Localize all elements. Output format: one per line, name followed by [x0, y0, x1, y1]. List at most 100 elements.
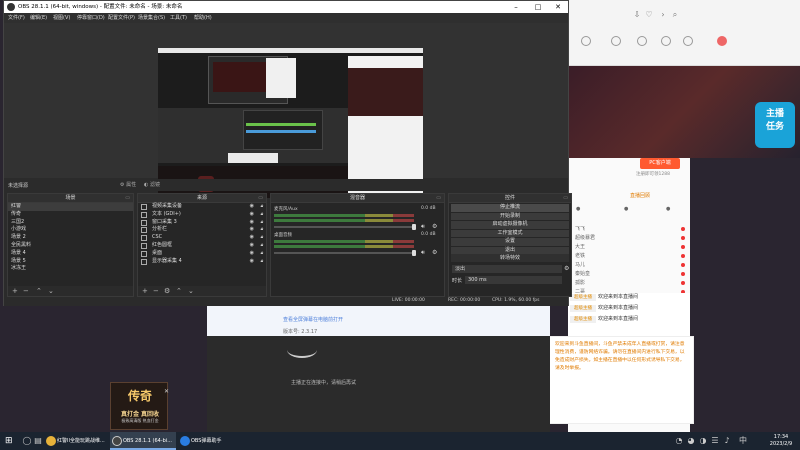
scene-item[interactable]: 全民黑料: [8, 242, 133, 250]
lock-icon[interactable]: 🔒︎: [260, 250, 263, 258]
tray-icon[interactable]: ◑: [698, 436, 708, 446]
undock-icon[interactable]: ▭: [563, 194, 568, 203]
nav-item[interactable]: [674, 36, 702, 58]
scene-item[interactable]: 小游戏: [8, 226, 133, 234]
scene-item[interactable]: 传奇: [8, 211, 133, 219]
menu-profile[interactable]: 配置文件(P): [108, 13, 135, 23]
volume-slider-handle[interactable]: [412, 250, 416, 256]
lock-icon[interactable]: 🔒︎: [260, 211, 263, 219]
scene-item[interactable]: 三国2: [8, 219, 133, 227]
list-item[interactable]: 飞飞: [575, 225, 685, 234]
tray-icon[interactable]: ◔: [674, 436, 684, 446]
menu-view[interactable]: 视图(V): [53, 13, 70, 23]
eye-icon[interactable]: ◉: [250, 203, 254, 211]
source-item[interactable]: 视频采集设备 ◉ 🔒︎: [138, 203, 266, 211]
volume-slider[interactable]: [274, 252, 414, 254]
lock-icon[interactable]: 🔒︎: [260, 203, 263, 211]
source-item[interactable]: CSC ◉ 🔒︎: [138, 234, 266, 242]
nav-item[interactable]: [602, 36, 630, 58]
add-icon[interactable]: +: [142, 287, 148, 295]
chevron-down-icon[interactable]: ⌄: [48, 287, 54, 295]
taskbar-app-game[interactable]: 红警II全能玩跳战维...: [44, 432, 106, 450]
lock-icon[interactable]: 🔒︎: [260, 219, 263, 227]
source-item[interactable]: 红色圆框 ◉ 🔒︎: [138, 242, 266, 250]
eye-icon[interactable]: ◉: [250, 242, 254, 250]
gear-icon[interactable]: ⚙: [432, 223, 437, 230]
scene-item[interactable]: 场景 4: [8, 250, 133, 258]
menu-tools[interactable]: 工具(T): [170, 13, 187, 23]
undock-icon[interactable]: ▭: [125, 194, 130, 203]
pc-client-button[interactable]: PC客户端: [640, 158, 680, 169]
source-item[interactable]: 显示器采集 4 ◉ 🔒︎: [138, 258, 266, 266]
transition-select[interactable]: 淡出: [452, 265, 562, 273]
scene-item[interactable]: 场景 5: [8, 258, 133, 266]
stream-preview[interactable]: [158, 48, 423, 198]
download-icon[interactable]: ⇩: [632, 10, 642, 20]
duration-input[interactable]: 300 ms: [465, 276, 562, 284]
list-item[interactable]: 超级暴君: [575, 234, 685, 243]
gear-icon[interactable]: ⚙: [432, 249, 437, 256]
volume-icon[interactable]: ♪: [722, 436, 732, 446]
start-recording-button[interactable]: 开始录制: [451, 212, 569, 221]
tab[interactable]: ●: [666, 206, 670, 212]
taskbar-app-helper[interactable]: OBS弹幕助手: [178, 432, 238, 450]
remove-icon[interactable]: −: [23, 287, 29, 295]
lock-icon[interactable]: 🔒︎: [260, 258, 263, 266]
eye-icon[interactable]: ◉: [250, 234, 254, 242]
network-icon[interactable]: ☰: [710, 436, 720, 446]
list-item[interactable]: 秦始皇: [575, 270, 685, 279]
menu-scene-collection[interactable]: 场景集合(S): [138, 13, 165, 23]
search-icon[interactable]: ◯: [22, 436, 32, 446]
gear-icon[interactable]: ⚙: [564, 265, 569, 272]
source-item[interactable]: 文本 (GDI+) ◉ 🔒︎: [138, 211, 266, 219]
volume-slider[interactable]: [274, 226, 414, 228]
tab[interactable]: ●: [624, 206, 628, 212]
close-icon[interactable]: ✕: [164, 389, 170, 395]
search-icon[interactable]: ⌕: [670, 10, 680, 20]
eye-icon[interactable]: ◉: [250, 226, 254, 234]
menu-file[interactable]: 文件(F): [8, 13, 25, 23]
chevron-up-icon[interactable]: ⌃: [176, 287, 182, 295]
scene-item[interactable]: 冰冻王: [8, 265, 133, 273]
input-method-icon[interactable]: 中: [738, 436, 748, 446]
eye-icon[interactable]: ◉: [250, 211, 254, 219]
speaker-icon[interactable]: 🔊︎: [421, 223, 425, 231]
list-item[interactable]: 大王: [575, 243, 685, 252]
properties-button[interactable]: ⚙ 属性: [120, 181, 136, 188]
remove-icon[interactable]: −: [153, 287, 159, 295]
undock-icon[interactable]: ▭: [436, 194, 441, 203]
add-icon[interactable]: +: [12, 287, 18, 295]
volume-slider-handle[interactable]: [412, 224, 416, 230]
eye-icon[interactable]: ◉: [250, 258, 254, 266]
game-ad-popup[interactable]: 传奇 真打金 真回收 极致高清版 热血打金: [110, 382, 168, 430]
virtual-camera-button[interactable]: 启动虚拟摄像机: [451, 221, 569, 229]
menu-help[interactable]: 帮助(H): [194, 13, 212, 23]
helper-hint-link[interactable]: 查看全屏弹幕在电脑前打开: [283, 316, 343, 323]
undock-icon[interactable]: ▭: [258, 194, 263, 203]
stop-streaming-button[interactable]: 停止推流: [451, 204, 569, 212]
chevron-up-icon[interactable]: ⌃: [36, 287, 42, 295]
scene-item[interactable]: 场景 2: [8, 234, 133, 242]
speaker-icon[interactable]: 🔊︎: [421, 249, 425, 257]
studio-mode-button[interactable]: 工作室模式: [451, 229, 569, 238]
nav-item[interactable]: [572, 36, 600, 58]
source-item[interactable]: 桌面 ◉ 🔒︎: [138, 250, 266, 258]
list-item[interactable]: 马儿: [575, 261, 685, 270]
list-item[interactable]: 老铁: [575, 252, 685, 261]
windows-start-icon[interactable]: ⊞: [5, 436, 15, 446]
taskbar-app-obs[interactable]: OBS 28.1.1 (64-bi...: [110, 432, 176, 450]
eye-icon[interactable]: ◉: [250, 219, 254, 227]
scene-item[interactable]: 红警: [8, 203, 133, 211]
avatar[interactable]: [708, 36, 736, 58]
close-icon[interactable]: ✕: [548, 1, 568, 13]
gear-icon[interactable]: ⚙: [164, 287, 170, 295]
lock-icon[interactable]: 🔒︎: [260, 242, 263, 250]
clock[interactable]: 17:34 2023/2/9: [766, 434, 796, 448]
menu-edit[interactable]: 编辑(E): [30, 13, 47, 23]
menu-docks[interactable]: 停靠窗口(D): [77, 13, 105, 23]
chevron-down-icon[interactable]: ⌄: [188, 287, 194, 295]
source-item[interactable]: 分析栏 ◉ 🔒︎: [138, 226, 266, 234]
maximize-icon[interactable]: □: [528, 1, 548, 13]
filters-button[interactable]: ◐ 滤镜: [144, 181, 160, 188]
minimize-icon[interactable]: –: [506, 1, 526, 13]
